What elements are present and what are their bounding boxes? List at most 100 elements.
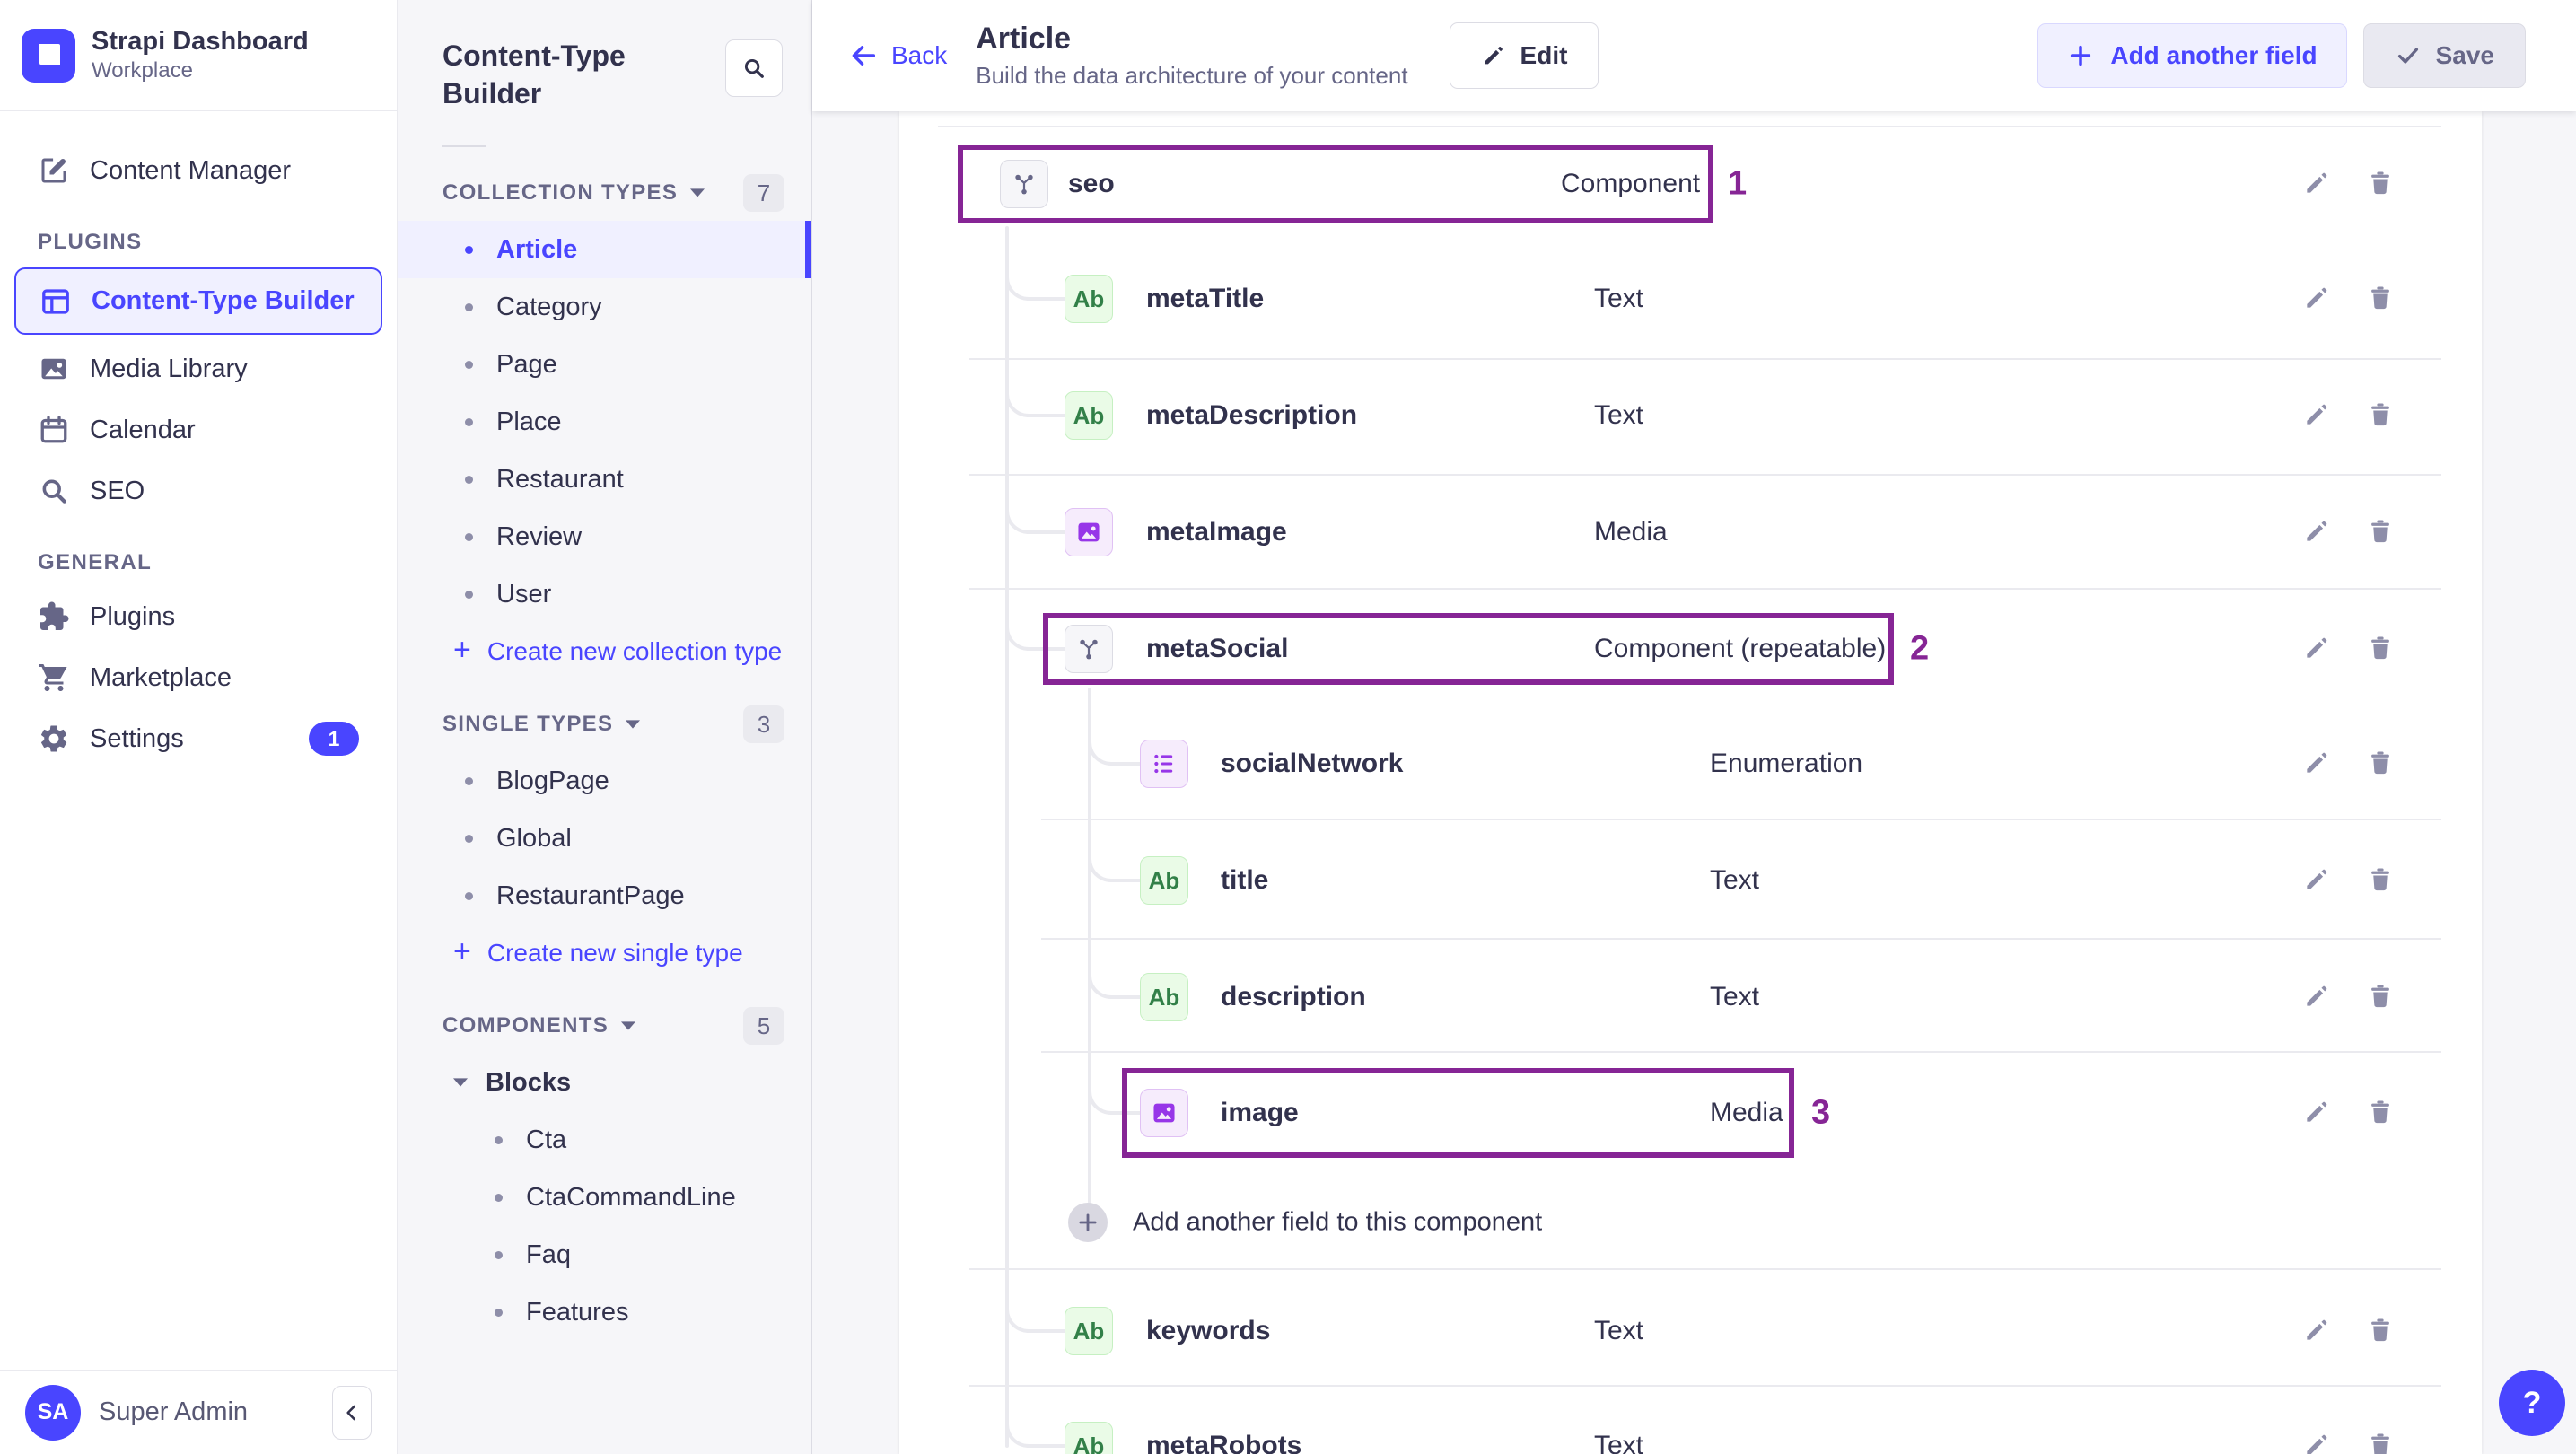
bullet-icon	[495, 1250, 503, 1259]
type-item-features[interactable]: Features	[398, 1283, 811, 1341]
delete-field-button[interactable]	[2366, 1098, 2396, 1128]
sidebar-item-label: SEO	[90, 476, 145, 505]
field-name: description	[1221, 982, 1366, 1012]
type-item-review[interactable]: Review	[398, 508, 811, 565]
media-field-icon	[1065, 508, 1113, 556]
sidebar-section-general: GENERAL	[38, 550, 153, 574]
header-actions: Add another field Save	[2037, 23, 2526, 88]
field-type: Enumeration	[1710, 749, 1863, 778]
delete-field-button[interactable]	[2366, 400, 2396, 431]
field-name: metaImage	[1146, 517, 1287, 547]
edit-field-button[interactable]	[2302, 1316, 2333, 1346]
edit-field-button[interactable]	[2302, 169, 2333, 199]
type-item-restaurant[interactable]: Restaurant	[398, 451, 811, 508]
group-label: Blocks	[486, 1067, 572, 1097]
type-item-category[interactable]: Category	[398, 278, 811, 336]
edit-field-button[interactable]	[2302, 865, 2333, 896]
type-item-global[interactable]: Global	[398, 810, 811, 867]
sidebar-item-label: Content-Type Builder	[92, 286, 355, 315]
add-field-to-component-button[interactable]	[1068, 1203, 1108, 1242]
question-icon: ?	[2522, 1385, 2542, 1420]
bullet-icon	[465, 302, 473, 311]
page-subtitle: Build the data architecture of your cont…	[976, 62, 1408, 90]
tree-elbow	[1088, 715, 1140, 766]
type-item-faq[interactable]: Faq	[398, 1226, 811, 1283]
tree-elbow	[1005, 1397, 1065, 1448]
back-link[interactable]: Back	[848, 40, 947, 71]
check-icon	[2397, 48, 2418, 64]
component-group-blocks[interactable]: Blocks	[398, 1054, 811, 1111]
row-divider	[969, 588, 2441, 590]
bullet-icon	[465, 417, 473, 426]
plus-icon: +	[453, 633, 471, 668]
sidebar-item-marketplace[interactable]: Marketplace	[14, 649, 382, 706]
field-type: Text	[1710, 865, 1760, 895]
sidebar-item-content-manager[interactable]: Content Manager	[14, 142, 382, 199]
field-name: seo	[1068, 169, 1115, 198]
sidebar-item-seo[interactable]: SEO	[14, 462, 382, 520]
edit-field-button[interactable]	[2302, 634, 2333, 664]
edit-field-button[interactable]	[2302, 284, 2333, 314]
field-type: Media	[1594, 517, 1668, 547]
type-item-ctacommandline[interactable]: CtaCommandLine	[398, 1169, 811, 1226]
type-item-user[interactable]: User	[398, 565, 811, 623]
add-field-to-component-label[interactable]: Add another field to this component	[1133, 1208, 1542, 1238]
type-item-place[interactable]: Place	[398, 393, 811, 451]
delete-field-button[interactable]	[2366, 169, 2396, 199]
type-item-article[interactable]: Article	[398, 221, 811, 279]
collection-types-count: 7	[743, 174, 784, 213]
type-item-label: RestaurantPage	[496, 880, 685, 910]
type-item-restaurantpage[interactable]: RestaurantPage	[398, 867, 811, 924]
builder-panel: Content-Type Builder COLLECTION TYPES 7 A…	[398, 0, 812, 1454]
sidebar-item-plugins[interactable]: Plugins	[14, 588, 382, 645]
delete-field-button[interactable]	[2366, 284, 2396, 314]
delete-field-button[interactable]	[2366, 1316, 2396, 1346]
components-header[interactable]: COMPONENTS 5	[442, 1007, 784, 1046]
add-another-field-button[interactable]: Add another field	[2037, 23, 2347, 88]
save-button[interactable]: Save	[2362, 23, 2526, 88]
content-type-builder-icon	[39, 285, 72, 318]
type-item-blogpage[interactable]: BlogPage	[398, 752, 811, 810]
edit-field-button[interactable]	[2302, 400, 2333, 431]
search-button[interactable]	[725, 39, 783, 97]
collection-types-header[interactable]: COLLECTION TYPES 7	[442, 174, 784, 213]
sidebar-item-label: Calendar	[90, 415, 196, 444]
single-types-header[interactable]: SINGLE TYPES 3	[442, 705, 784, 744]
delete-field-button[interactable]	[2366, 865, 2396, 896]
type-item-page[interactable]: Page	[398, 336, 811, 393]
plus-icon: +	[453, 934, 471, 969]
edit-field-button[interactable]	[2302, 1098, 2333, 1128]
user-area: SA Super Admin	[0, 1370, 397, 1454]
edit-button[interactable]: Edit	[1449, 22, 1599, 89]
collapse-sidebar-button[interactable]	[332, 1385, 372, 1440]
create-new-collection-type[interactable]: + Create new collection type	[398, 623, 811, 680]
create-new-single-type[interactable]: + Create new single type	[398, 924, 811, 982]
sidebar-item-media-library[interactable]: Media Library	[14, 340, 382, 398]
sidebar-item-calendar[interactable]: Calendar	[14, 401, 382, 459]
field-type: Media	[1710, 1098, 1783, 1127]
text-field-icon: Ab	[1065, 1422, 1113, 1454]
single-types-label: SINGLE TYPES	[442, 712, 614, 737]
plus-icon	[2071, 45, 2091, 66]
type-item-label: Global	[496, 823, 572, 853]
edit-field-button[interactable]	[2302, 1431, 2333, 1454]
content-manager-icon	[38, 154, 70, 187]
sidebar-item-label: Plugins	[90, 601, 176, 631]
pencil-icon	[1485, 47, 1503, 65]
delete-field-button[interactable]	[2366, 517, 2396, 547]
edit-field-button[interactable]	[2302, 982, 2333, 1012]
delete-field-button[interactable]	[2366, 634, 2396, 664]
delete-field-button[interactable]	[2366, 982, 2396, 1012]
edit-field-button[interactable]	[2302, 517, 2333, 547]
help-button[interactable]: ?	[2499, 1370, 2565, 1436]
chevron-left-icon	[346, 1405, 356, 1420]
edit-field-button[interactable]	[2302, 749, 2333, 779]
add-field-label: Add another field	[2110, 41, 2318, 69]
media-library-icon	[38, 353, 70, 385]
type-item-cta[interactable]: Cta	[398, 1111, 811, 1169]
delete-field-button[interactable]	[2366, 1431, 2396, 1454]
sidebar-item-content-type-builder[interactable]: Content-Type Builder	[14, 267, 382, 335]
delete-field-button[interactable]	[2366, 749, 2396, 779]
sidebar-item-settings[interactable]: Settings 1	[14, 710, 382, 767]
type-item-label: Page	[496, 349, 557, 379]
